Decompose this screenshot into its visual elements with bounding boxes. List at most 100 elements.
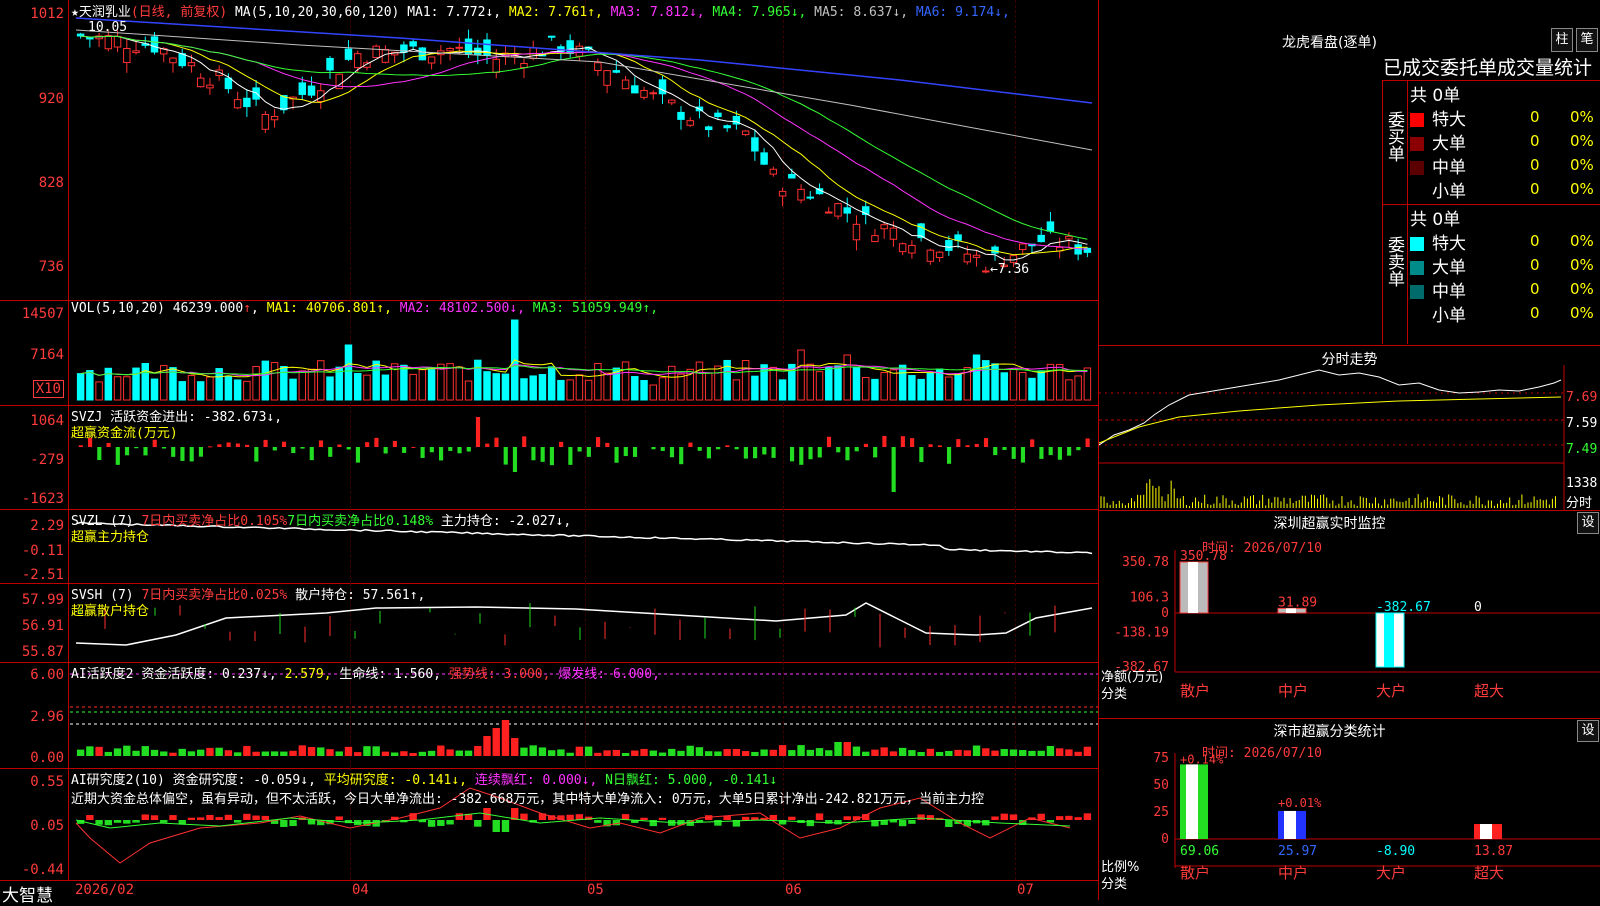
order-type-label: 大单 <box>1432 258 1466 278</box>
fund-bar <box>559 442 563 447</box>
fund-bar <box>291 447 295 453</box>
research-bar <box>899 820 906 826</box>
line-mode-button[interactable]: 笔 <box>1576 28 1598 52</box>
order-percent: 0% <box>1570 280 1594 298</box>
color-swatch <box>1410 261 1424 275</box>
research-bar <box>437 820 444 826</box>
fund-bar <box>310 447 314 460</box>
order-row: 小单00% <box>1410 177 1600 201</box>
volume-pane[interactable]: 14507 7164 X10 VOL(5,10,20) 46239.000↑, … <box>0 300 1098 406</box>
ma-value-6: MA6: 9.174↓, <box>908 5 1010 20</box>
volume-bar <box>114 377 120 400</box>
order-row: 特大00% <box>1410 229 1600 253</box>
volume-bar <box>271 363 277 400</box>
fund-bar <box>494 438 498 447</box>
activity-bar <box>594 753 601 756</box>
ma-value-1: MA1: 7.772↓, <box>407 5 501 20</box>
sz-class-panel[interactable]: 深市超赢分类统计 设 时间: 2026/07/10 755025069.06散户… <box>1099 718 1600 900</box>
activity-bar <box>169 753 176 756</box>
stock-name[interactable]: 天润乳业 <box>79 5 131 20</box>
bar-mode-button[interactable]: 柱 <box>1551 28 1573 52</box>
volume-bar <box>696 362 702 400</box>
activity-bar <box>419 752 426 756</box>
sell-total: 共 0单 <box>1410 205 1460 230</box>
fund-bar <box>282 442 286 447</box>
candle-body <box>964 254 970 262</box>
candle-body <box>262 114 268 129</box>
ratio-bar-highlight <box>1480 824 1492 839</box>
volume-bar <box>1075 376 1081 400</box>
fund-bar <box>374 438 378 447</box>
volume-bar <box>881 373 887 400</box>
volume-header: VOL(5,10,20) 46239.000↑, MA1: 40706.801↑… <box>71 301 658 316</box>
fund-bar <box>171 447 175 457</box>
research-bar <box>844 816 851 820</box>
volume-bar <box>327 377 333 400</box>
volume-bar <box>835 366 841 400</box>
activity-bar <box>733 749 740 756</box>
volume-bar <box>816 372 822 400</box>
activity-bar <box>197 750 204 756</box>
candle-body <box>909 245 915 253</box>
svzj-pane[interactable]: 1064 -279 -1623 SVZJ 活跃资金进出: -382.673↓, … <box>0 405 1098 510</box>
activity-bar <box>474 746 481 756</box>
activity-bar <box>853 747 860 756</box>
volume-bar <box>77 374 83 400</box>
category-label: 中户 <box>1278 682 1308 700</box>
fund-bar <box>1002 447 1006 450</box>
candle-body <box>410 42 416 46</box>
volume-bar <box>539 375 545 400</box>
volume-bar <box>262 361 268 400</box>
intraday-panel[interactable]: 分时走势 7.69 7.59 7.49 1338 分时 <box>1099 345 1600 511</box>
ai-activity-pane[interactable]: 6.00 2.96 0.00 AI活跃度2 资金活跃度: 0.237↓, 2.5… <box>0 662 1098 769</box>
order-row: 大单00% <box>1410 253 1600 277</box>
candle-body <box>133 51 139 53</box>
kline-pane[interactable]: 1012 920 828 736 ★天润乳业(日线, 前复权) MA(5,10,… <box>0 0 1098 301</box>
ai-research-pane[interactable]: 0.55 0.05 -0.44 AI研究度2(10) 资金研究度: -0.059… <box>0 768 1098 880</box>
fund-bar <box>300 447 304 449</box>
fund-bar <box>614 447 618 463</box>
candle-body <box>724 126 730 128</box>
fund-bar <box>365 442 369 447</box>
activity-bar <box>557 749 564 756</box>
fund-bar <box>411 447 415 448</box>
activity-bar <box>964 750 971 756</box>
activity-bar <box>243 746 250 756</box>
activity-bar <box>566 753 573 756</box>
volume-bar <box>447 364 453 400</box>
activity-bar <box>603 750 610 756</box>
fund-bar <box>273 447 277 450</box>
svzl-pane[interactable]: 2.29 -0.11 -2.51 SVZL (7) 7日内买卖净占比0.105%… <box>0 509 1098 584</box>
order-count: 0 <box>1530 108 1540 126</box>
activity-bar <box>123 746 130 756</box>
sz-monitor-panel[interactable]: 深圳超赢实时监控 设 时间: 2026/07/10 350.78106.30-1… <box>1099 510 1600 719</box>
svsh-pane[interactable]: 57.99 56.91 55.87 SVSH (7) 7日内买卖净占比0.025… <box>0 583 1098 663</box>
order-stats-tabs[interactable]: 已成交委托单成交量统计 <box>1383 53 1592 80</box>
fund-bar <box>947 447 951 464</box>
activity-bar <box>668 749 675 756</box>
volume-bar <box>752 376 758 400</box>
candle-body <box>890 228 896 239</box>
activity-bar <box>493 728 500 756</box>
activity-bar <box>844 742 851 756</box>
activity-bar <box>834 742 841 756</box>
candle-body <box>456 47 462 48</box>
candle-body <box>604 71 610 86</box>
volume-bar <box>826 367 832 400</box>
category-label: 超大 <box>1474 864 1504 882</box>
candle-body <box>641 90 647 97</box>
volume-bar <box>225 376 231 400</box>
candle-body <box>899 244 905 252</box>
order-percent: 0% <box>1570 256 1594 274</box>
research-bar <box>280 820 287 827</box>
volume-bar <box>197 382 203 400</box>
research-bar <box>215 817 222 820</box>
activity-bar <box>936 752 943 756</box>
volume-bar <box>622 362 628 400</box>
activity-bar <box>151 750 158 756</box>
fund-bar <box>208 446 212 447</box>
research-bar <box>816 813 823 820</box>
activity-bar <box>696 747 703 756</box>
activity-bar <box>650 751 657 756</box>
y-tick-label: 50 <box>1153 778 1169 793</box>
